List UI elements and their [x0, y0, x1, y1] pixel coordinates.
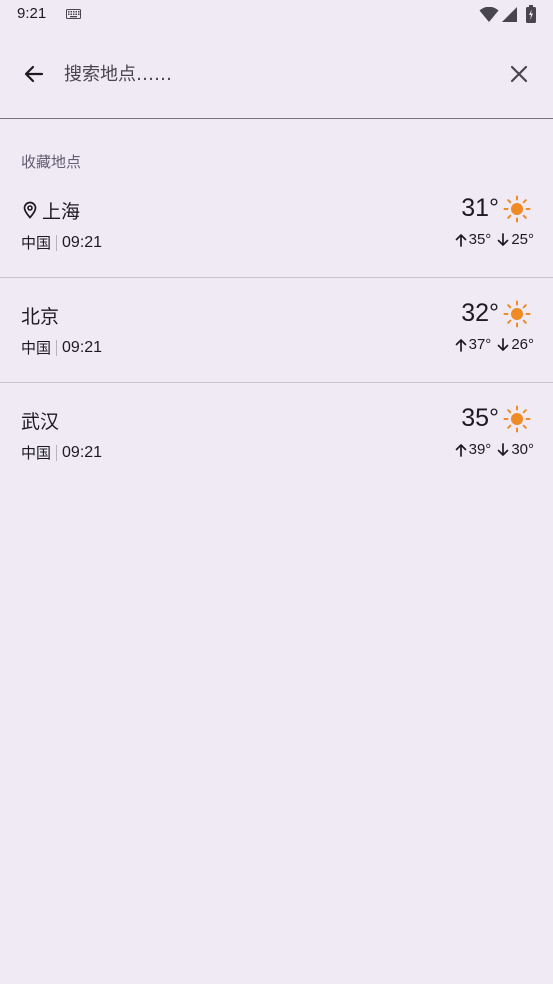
search-input[interactable]	[64, 58, 484, 90]
high-temperature: 39°	[468, 441, 492, 458]
current-temperature: 35°	[461, 404, 499, 432]
location-name: 北京	[21, 305, 60, 328]
location-country: 中国	[21, 234, 52, 252]
location-item-wuhan[interactable]: 武汉 中国 09:21 35° 39° 30°	[0, 404, 553, 488]
high-low-temperature: 35° 25°	[454, 231, 534, 248]
arrow-up-icon	[454, 443, 468, 457]
arrow-down-icon	[496, 232, 510, 247]
status-time: 9:21	[17, 5, 47, 22]
battery-icon	[526, 5, 536, 23]
item-divider	[0, 382, 553, 383]
location-meta: 中国 09:21	[21, 232, 102, 253]
sun-icon	[503, 300, 531, 328]
location-name: 武汉	[21, 410, 60, 433]
arrow-left-icon	[24, 65, 44, 83]
low-temperature: 26°	[511, 336, 534, 353]
meta-separator	[56, 339, 58, 356]
location-meta: 中国 09:21	[21, 442, 102, 463]
search-bar	[0, 34, 553, 118]
location-pin-icon	[21, 201, 39, 219]
clear-button[interactable]	[501, 56, 537, 92]
low-temperature: 25°	[511, 231, 534, 248]
wifi-icon	[479, 7, 499, 22]
keyboard-icon	[66, 9, 81, 19]
item-divider	[0, 277, 553, 278]
location-time: 09:21	[62, 338, 103, 356]
location-country: 中国	[21, 339, 52, 357]
temperature-row: 32°	[461, 299, 531, 328]
sun-icon	[503, 405, 531, 433]
high-low-temperature: 37° 26°	[454, 336, 534, 353]
location-item-beijing[interactable]: 北京 中国 09:21 32° 37° 26°	[0, 299, 553, 383]
arrow-down-icon	[496, 442, 510, 457]
temperature-row: 31°	[461, 194, 531, 223]
meta-separator	[56, 444, 58, 461]
high-temperature: 37°	[468, 336, 492, 353]
high-low-temperature: 39° 30°	[454, 441, 534, 458]
arrow-up-icon	[454, 338, 468, 352]
meta-separator	[56, 234, 58, 251]
current-temperature: 32°	[461, 299, 499, 327]
location-name-row: 北京	[21, 301, 59, 329]
sun-icon	[503, 195, 531, 223]
low-temperature: 30°	[511, 441, 534, 458]
location-country: 中国	[21, 444, 52, 462]
arrow-down-icon	[496, 337, 510, 352]
high-temperature: 35°	[468, 231, 492, 248]
search-divider	[0, 118, 553, 119]
location-name-row: 武汉	[21, 406, 59, 434]
location-name: 上海	[42, 200, 81, 223]
back-button[interactable]	[16, 56, 52, 92]
location-time: 09:21	[62, 443, 103, 461]
status-bar: 9:21	[0, 0, 553, 32]
location-name-row: 上海	[21, 196, 80, 224]
location-meta: 中国 09:21	[21, 337, 102, 358]
signal-icon	[502, 7, 517, 22]
close-icon	[510, 65, 528, 83]
location-item-shanghai[interactable]: 上海 中国 09:21 31° 35° 25°	[0, 194, 553, 278]
location-time: 09:21	[62, 233, 103, 251]
current-temperature: 31°	[461, 194, 499, 222]
arrow-up-icon	[454, 233, 468, 247]
section-label-favorites: 收藏地点	[21, 153, 82, 171]
temperature-row: 35°	[461, 404, 531, 433]
